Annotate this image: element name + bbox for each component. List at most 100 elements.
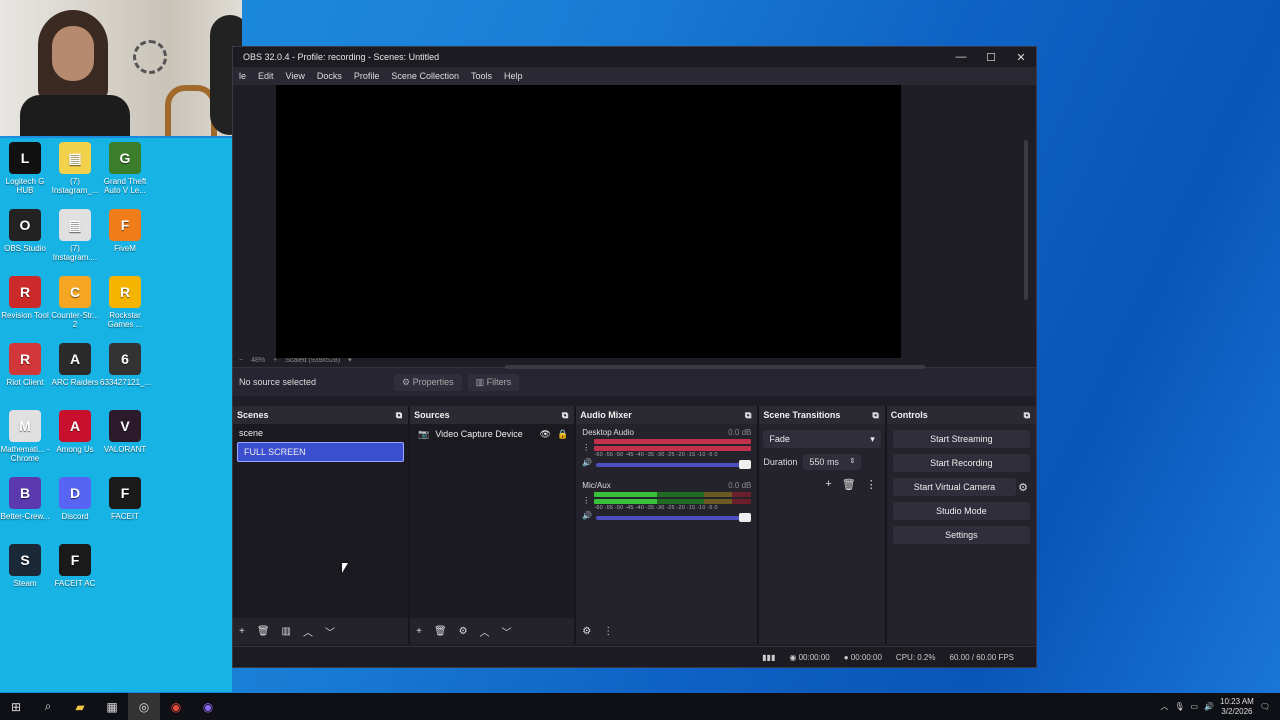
slider-handle[interactable] <box>739 459 752 469</box>
network-icon[interactable]: ▭ <box>1191 702 1199 711</box>
desktop-icon[interactable]: A Among Us <box>50 410 100 454</box>
obs-taskbar-icon[interactable]: ◎ <box>128 693 160 720</box>
obs-titlebar[interactable]: OBS 32.0.4 - Profile: recording - Scenes… <box>233 47 1036 67</box>
start-recording-button[interactable]: Start Recording <box>892 454 1031 472</box>
discord-icon: D <box>59 477 91 509</box>
more-icon[interactable]: ⋮ <box>582 443 590 452</box>
minimize-icon[interactable]: — <box>946 47 976 67</box>
menu-scene-collection[interactable]: Scene Collection <box>385 71 465 81</box>
menu-docks[interactable]: Docks <box>311 71 348 81</box>
source-item[interactable]: 📷 Video Capture Device 👁 🔒 <box>410 424 574 444</box>
chevron-up-icon[interactable]: ︿ <box>1160 701 1168 712</box>
close-icon[interactable]: ✕ <box>1006 47 1036 67</box>
desktop-icon[interactable]: ▤ (7) Instagram.... <box>50 209 100 262</box>
preview-canvas[interactable] <box>276 85 901 358</box>
desktop-icon[interactable]: V VALORANT <box>100 410 150 454</box>
gear-icon[interactable]: ⚙ <box>1018 481 1028 494</box>
arrow-up-icon[interactable]: ︿ <box>480 624 490 639</box>
menu-help[interactable]: Help <box>498 71 529 81</box>
preview-vertical-scrollbar[interactable] <box>1024 140 1028 300</box>
mic-icon[interactable]: 🎙 <box>1174 702 1184 711</box>
stream-status: ◉ 00:00:00 <box>789 653 829 662</box>
add-icon[interactable]: + <box>825 478 831 491</box>
transition-select[interactable]: Fade ▾ <box>763 430 881 448</box>
volume-slider[interactable] <box>596 512 752 522</box>
speaker-icon[interactable]: 🔊 <box>582 458 592 467</box>
desktop-icon[interactable]: R Riot Client <box>0 343 50 387</box>
volume-slider[interactable] <box>596 459 752 469</box>
studio-mode-button[interactable]: Studio Mode <box>892 502 1031 520</box>
file-explorer-icon[interactable]: ▰ <box>64 693 96 720</box>
clock-date: 3/2/2026 <box>1221 706 1253 716</box>
desktop-icon[interactable]: B Better-Crew... <box>0 477 50 521</box>
desktop-icon[interactable]: M Mathemati... - Chrome <box>0 410 50 463</box>
eye-icon[interactable]: 👁 <box>540 429 551 440</box>
add-icon[interactable]: + <box>239 626 245 637</box>
desktop-icon[interactable]: G Grand Theft Auto V Le... <box>100 142 150 195</box>
desktop-icon[interactable]: 6 633427121_... <box>100 343 151 387</box>
desktop-icon[interactable]: S Steam <box>0 544 50 588</box>
duration-field[interactable]: 550 ms ⇕ <box>803 454 862 470</box>
speaker-icon[interactable]: 🔊 <box>582 511 592 520</box>
gear-icon[interactable]: ⚙ <box>459 626 468 637</box>
webcam-overlay <box>0 0 242 136</box>
desktop-icon[interactable]: C Counter-Str... 2 <box>50 276 100 329</box>
undock-icon[interactable]: ⧉ <box>745 410 751 421</box>
desktop-icon[interactable]: D Discord <box>50 477 100 521</box>
trash-icon[interactable]: 🗑 <box>257 626 270 637</box>
desktop-icon[interactable]: R Revision Tool <box>0 276 50 320</box>
more-icon[interactable]: ⋮ <box>603 626 613 637</box>
arrow-down-icon[interactable]: ﹀ <box>502 624 512 639</box>
arrow-up-icon[interactable]: ︿ <box>303 624 313 639</box>
preview-horizontal-scrollbar[interactable] <box>505 365 925 369</box>
menu-edit[interactable]: Edit <box>252 71 280 81</box>
trash-icon[interactable]: 🗑 <box>434 626 447 637</box>
more-icon[interactable]: ⋮ <box>582 496 590 505</box>
arrow-down-icon[interactable]: ﹀ <box>325 624 335 639</box>
add-icon[interactable]: + <box>416 626 422 637</box>
scene-item-full-screen[interactable]: FULL SCREEN <box>237 442 405 462</box>
menu-view[interactable]: View <box>280 71 311 81</box>
windows-start-icon[interactable]: ⊞ <box>0 693 32 720</box>
undock-icon[interactable]: ⧉ <box>872 410 878 421</box>
menu-file[interactable]: le <box>233 71 252 81</box>
clock[interactable]: 10:23 AM 3/2/2026 <box>1220 697 1254 717</box>
properties-button[interactable]: ⚙ Properties <box>394 373 462 391</box>
desktop-icon[interactable]: O OBS Studio <box>0 209 50 253</box>
chrome-taskbar-icon[interactable]: ◉ <box>160 693 192 720</box>
transitions-toolbar: + 🗑 ⋮ <box>759 478 884 491</box>
desktop-icon[interactable]: R Rockstar Games ... <box>100 276 150 329</box>
slider-handle[interactable] <box>739 512 752 522</box>
search-icon[interactable]: ⌕ <box>32 693 64 720</box>
menu-tools[interactable]: Tools <box>465 71 498 81</box>
trash-icon[interactable]: 🗑 <box>842 478 856 491</box>
settings-button[interactable]: Settings <box>892 526 1031 544</box>
notification-icon[interactable]: 🗨 <box>1260 702 1270 711</box>
desktop-icon[interactable]: A ARC Raiders <box>50 343 100 387</box>
menu-profile[interactable]: Profile <box>348 71 386 81</box>
maximize-icon[interactable]: ☐ <box>976 47 1006 67</box>
undock-icon[interactable]: ⧉ <box>1024 410 1030 421</box>
zoom-out-button[interactable]: − <box>239 357 243 364</box>
desktop-icon[interactable]: ▤ (7) Instagram_... <box>50 142 100 195</box>
filter-icon[interactable]: ▥ <box>282 626 291 637</box>
chrome-alt-taskbar-icon[interactable]: ◉ <box>192 693 224 720</box>
start-virtual-camera-button[interactable]: Start Virtual Camera <box>892 478 1017 496</box>
desktop-icon[interactable]: F FiveM <box>100 209 150 253</box>
filters-button[interactable]: ▥ Filters <box>467 373 520 391</box>
scene-item-scene[interactable]: scene <box>233 424 408 442</box>
undock-icon[interactable]: ⧉ <box>396 410 402 421</box>
desktop-icon[interactable]: F FACEIT AC <box>50 544 100 588</box>
store-icon[interactable]: ▦ <box>96 693 128 720</box>
sources-toolbar: + 🗑 ⚙ ︿ ﹀ <box>410 618 574 644</box>
desktop-icon[interactable]: L Logitech G HUB <box>0 142 50 195</box>
spin-icon[interactable]: ⇕ <box>850 457 856 467</box>
desktop-icon[interactable]: F FACEIT <box>100 477 150 521</box>
settings-link-icon[interactable]: ⚙ <box>582 626 591 637</box>
riot-icon: R <box>9 343 41 375</box>
more-icon[interactable]: ⋮ <box>866 478 877 491</box>
volume-icon[interactable]: 🔊 <box>1204 702 1214 711</box>
lock-icon[interactable]: 🔒 <box>557 429 568 440</box>
undock-icon[interactable]: ⧉ <box>562 410 568 421</box>
start-streaming-button[interactable]: Start Streaming <box>892 430 1031 448</box>
